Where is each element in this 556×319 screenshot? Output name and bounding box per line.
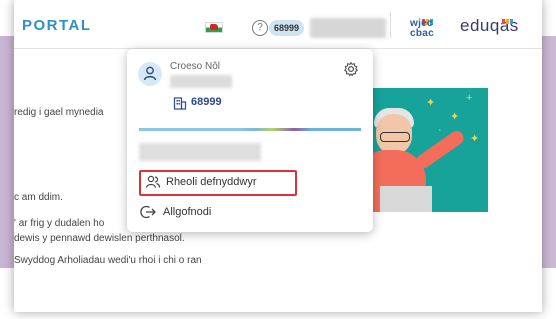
- manage-users-menu-item[interactable]: Rheoli defnyddwyr: [139, 170, 297, 196]
- portal-title[interactable]: PORTAL: [22, 17, 92, 34]
- welsh-flag-icon[interactable]: [205, 22, 223, 33]
- help-icon[interactable]: ?: [252, 20, 268, 36]
- gear-icon[interactable]: [343, 61, 359, 82]
- body-text-line: c am ddim.: [14, 192, 63, 203]
- redacted-organisation: [139, 143, 261, 161]
- account-dropdown: Croeso Nôl 68999 Rheoli defnyddwyr Allgo…: [127, 49, 373, 232]
- users-icon: [145, 174, 161, 193]
- redacted-username: [170, 75, 232, 88]
- body-text-line: dewis y pennawd dewislen perthnasol.: [14, 233, 185, 244]
- avatar: [138, 62, 162, 86]
- logout-menu-item[interactable]: Allgofnodi: [139, 201, 309, 223]
- logout-label: Allgofnodi: [163, 206, 212, 218]
- hero-illustration: ✦ ✦ + · ✦: [356, 88, 488, 212]
- user-icon: [143, 66, 157, 81]
- header-divider: [390, 12, 391, 38]
- building-icon: [173, 96, 187, 115]
- cbac-logo-text: cbac: [410, 28, 434, 39]
- wjec-logo[interactable]: wjec cbac: [406, 12, 448, 40]
- centre-number: 68999: [191, 96, 222, 108]
- manage-users-label: Rheoli defnyddwyr: [166, 176, 257, 188]
- divider-bar: [139, 128, 361, 131]
- body-text-line: Swyddog Arholiadau wedi'u rhoi i chi o r…: [14, 255, 202, 266]
- body-text-line: ' ar frig y dudalen ho: [14, 218, 105, 229]
- top-header: PORTAL ? 68999 wjec cbac eduqas: [14, 0, 542, 49]
- body-text-line: redig i gael mynedia: [14, 107, 104, 118]
- redacted-user-name[interactable]: [310, 18, 386, 38]
- logout-icon: [140, 204, 156, 223]
- portal-window: PORTAL ? 68999 wjec cbac eduqas redig i …: [14, 0, 542, 312]
- welcome-text: Croeso Nôl: [170, 61, 221, 72]
- eduqas-logo-mark: [502, 11, 514, 29]
- centre-badge[interactable]: 68999: [269, 20, 305, 36]
